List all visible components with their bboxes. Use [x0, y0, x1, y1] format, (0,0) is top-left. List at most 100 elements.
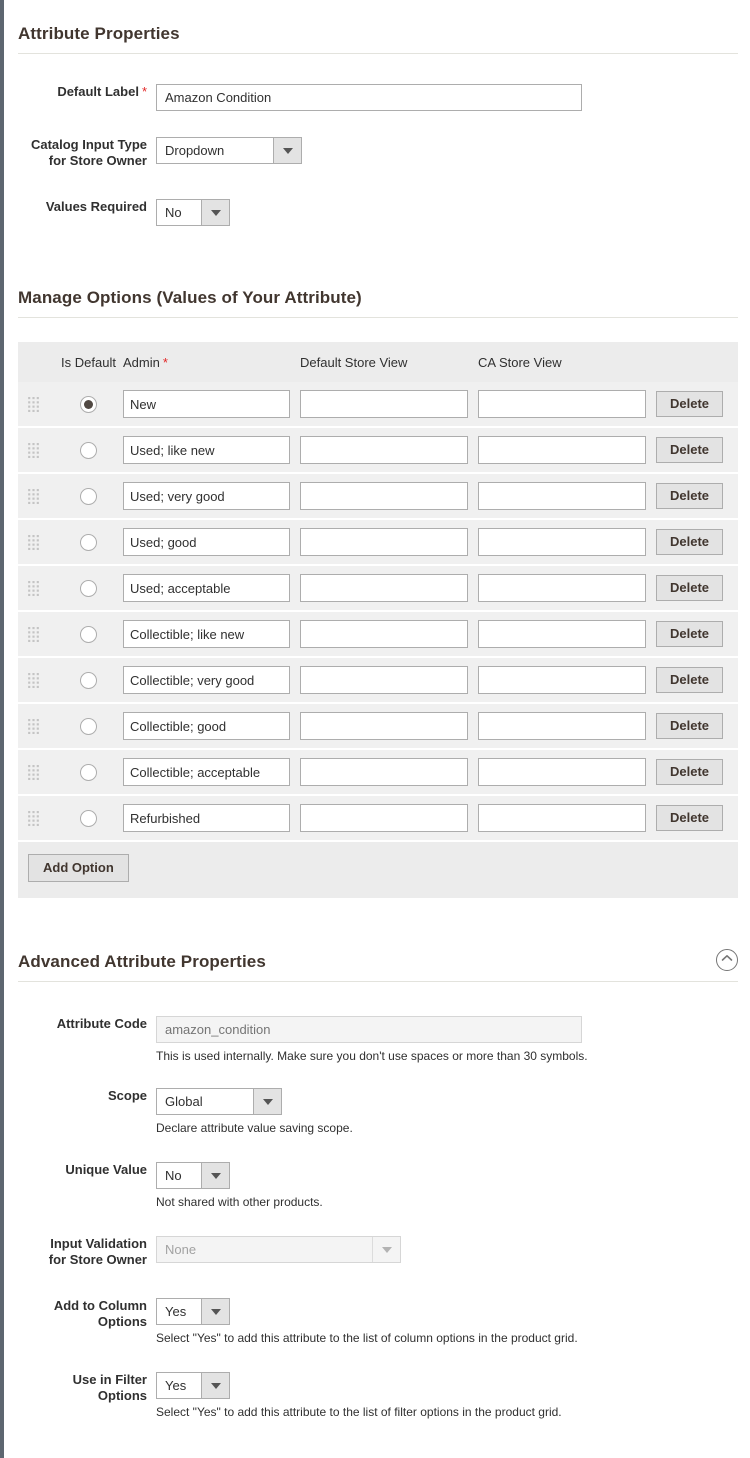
delete-option-button[interactable]: Delete	[656, 575, 724, 601]
drag-handle-icon[interactable]	[28, 488, 39, 504]
option-ca-store-view-input[interactable]	[478, 574, 646, 602]
table-row: Delete	[18, 612, 738, 658]
option-admin-input[interactable]	[123, 804, 290, 832]
option-default-store-view-input[interactable]	[300, 574, 468, 602]
is-default-radio[interactable]	[80, 395, 97, 413]
scope-select[interactable]: Global	[156, 1088, 282, 1115]
drag-handle-icon[interactable]	[28, 626, 39, 642]
option-admin-input[interactable]	[123, 620, 290, 648]
field-values-required: Values Required No	[4, 199, 750, 226]
table-row: Delete	[18, 382, 738, 428]
option-default-store-view-input[interactable]	[300, 482, 468, 510]
delete-option-button[interactable]: Delete	[656, 391, 724, 417]
table-row: Delete	[18, 474, 738, 520]
option-admin-input[interactable]	[123, 528, 290, 556]
chevron-up-icon[interactable]	[716, 949, 738, 971]
field-input-validation: Input Validation for Store Owner None	[4, 1236, 750, 1268]
delete-option-button[interactable]: Delete	[656, 667, 724, 693]
option-default-store-view-input[interactable]	[300, 712, 468, 740]
option-default-store-view-input[interactable]	[300, 436, 468, 464]
drag-handle-icon[interactable]	[28, 580, 39, 596]
option-ca-store-view-input[interactable]	[478, 666, 646, 694]
drag-handle-icon[interactable]	[28, 534, 39, 550]
is-default-radio[interactable]	[80, 809, 97, 827]
option-admin-input[interactable]	[123, 758, 290, 786]
option-admin-input[interactable]	[123, 574, 290, 602]
option-ca-store-view-input[interactable]	[478, 436, 646, 464]
option-default-store-view-input[interactable]	[300, 390, 468, 418]
field-add-to-column-options: Add to Column Options Yes Select "Yes" t…	[4, 1298, 750, 1346]
delete-option-button[interactable]: Delete	[656, 621, 724, 647]
is-default-radio[interactable]	[80, 533, 97, 551]
column-header-is-default: Is Default	[61, 354, 116, 370]
option-admin-input[interactable]	[123, 390, 290, 418]
scope-label: Scope	[107, 1088, 147, 1103]
delete-option-button[interactable]: Delete	[656, 713, 724, 739]
drag-handle-icon[interactable]	[28, 396, 39, 412]
is-default-radio[interactable]	[80, 717, 97, 735]
table-row: Delete	[18, 566, 738, 612]
drag-handle-icon[interactable]	[28, 718, 39, 734]
is-default-radio[interactable]	[80, 671, 97, 689]
is-default-radio[interactable]	[80, 625, 97, 643]
manage-options-section-header: Manage Options (Values of Your Attribute…	[18, 288, 738, 318]
table-row: Delete	[18, 704, 738, 750]
values-required-label: Values Required	[45, 199, 147, 214]
add-to-column-options-select[interactable]: Yes	[156, 1298, 230, 1325]
catalog-input-type-select[interactable]: Dropdown	[156, 137, 302, 164]
manage-options-title: Manage Options (Values of Your Attribute…	[18, 288, 362, 307]
default-label-input[interactable]	[156, 84, 582, 111]
option-default-store-view-input[interactable]	[300, 620, 468, 648]
drag-handle-icon[interactable]	[28, 442, 39, 458]
is-default-radio[interactable]	[80, 487, 97, 505]
field-attribute-code: Attribute Code This is used internally. …	[4, 1016, 750, 1064]
is-default-radio[interactable]	[80, 763, 97, 781]
delete-option-button[interactable]: Delete	[656, 437, 724, 463]
unique-value-label: Unique Value	[65, 1162, 147, 1177]
option-admin-input[interactable]	[123, 436, 290, 464]
attribute-code-note: This is used internally. Make sure you d…	[156, 1049, 588, 1063]
option-admin-input[interactable]	[123, 482, 290, 510]
unique-value-value: No	[165, 1168, 182, 1183]
option-ca-store-view-input[interactable]	[478, 528, 646, 556]
column-header-default-store-view: Default Store View	[300, 354, 408, 370]
option-ca-store-view-input[interactable]	[478, 390, 646, 418]
chevron-down-icon	[253, 1089, 281, 1114]
delete-option-button[interactable]: Delete	[656, 529, 724, 555]
values-required-value: No	[165, 205, 182, 220]
use-in-filter-options-select[interactable]: Yes	[156, 1372, 230, 1399]
add-to-column-options-value: Yes	[165, 1304, 187, 1319]
is-default-radio[interactable]	[80, 441, 97, 459]
option-default-store-view-input[interactable]	[300, 804, 468, 832]
option-admin-input[interactable]	[123, 666, 290, 694]
option-ca-store-view-input[interactable]	[478, 804, 646, 832]
option-ca-store-view-input[interactable]	[478, 482, 646, 510]
delete-option-button[interactable]: Delete	[656, 759, 724, 785]
options-table-header: Is Default Admin * Default Store View CA …	[18, 342, 738, 382]
drag-handle-icon[interactable]	[28, 764, 39, 780]
delete-option-button[interactable]: Delete	[656, 805, 724, 831]
input-validation-select[interactable]: None	[156, 1236, 401, 1263]
chevron-down-icon	[201, 1373, 229, 1398]
add-to-column-options-note: Select "Yes" to add this attribute to th…	[156, 1331, 578, 1345]
option-default-store-view-input[interactable]	[300, 666, 468, 694]
unique-value-select[interactable]: No	[156, 1162, 230, 1189]
drag-handle-icon[interactable]	[28, 672, 39, 688]
attribute-code-input[interactable]	[156, 1016, 582, 1043]
unique-value-note: Not shared with other products.	[156, 1195, 323, 1209]
drag-handle-icon[interactable]	[28, 810, 39, 826]
default-label-label: Default Label *	[57, 84, 147, 99]
is-default-radio[interactable]	[80, 579, 97, 597]
option-ca-store-view-input[interactable]	[478, 758, 646, 786]
attribute-properties-section-header: Attribute Properties	[18, 24, 738, 54]
column-header-admin: Admin *	[123, 354, 168, 370]
attribute-properties-title: Attribute Properties	[18, 24, 180, 43]
option-default-store-view-input[interactable]	[300, 528, 468, 556]
option-admin-input[interactable]	[123, 712, 290, 740]
values-required-select[interactable]: No	[156, 199, 230, 226]
option-ca-store-view-input[interactable]	[478, 620, 646, 648]
delete-option-button[interactable]: Delete	[656, 483, 724, 509]
option-default-store-view-input[interactable]	[300, 758, 468, 786]
add-option-button[interactable]: Add Option	[28, 854, 129, 882]
option-ca-store-view-input[interactable]	[478, 712, 646, 740]
